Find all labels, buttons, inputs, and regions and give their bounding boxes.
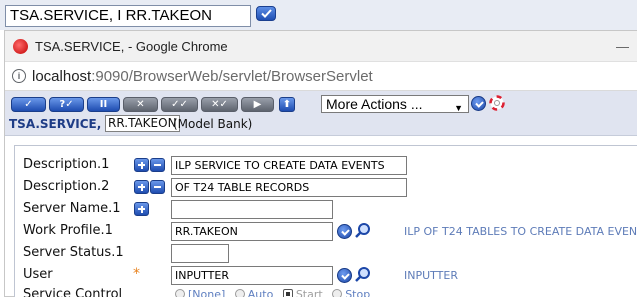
user-field[interactable]: INPUTTER [171, 266, 333, 285]
description-2-field[interactable]: OF T24 TABLE RECORDS [171, 178, 407, 197]
dropdown-icon[interactable] [337, 224, 352, 239]
work-profile-1-field[interactable]: RR.TAKEON [171, 222, 333, 241]
hold-button[interactable]: II [87, 97, 120, 112]
expand-plus-icon[interactable] [134, 158, 149, 172]
server-status-1-label: Server Status.1 [23, 245, 124, 260]
collapse-minus-icon[interactable] [150, 180, 165, 194]
dropdown-icon[interactable] [337, 268, 352, 283]
radio-auto[interactable]: Auto [234, 288, 273, 297]
server-name-1-label: Server Name.1 [23, 201, 121, 216]
description-2-label: Description.2 [23, 179, 110, 194]
lifebuoy-help-icon[interactable] [489, 95, 505, 111]
commit-button[interactable]: ✓ [11, 97, 46, 112]
more-actions-select[interactable]: More Actions ... ▼ [321, 95, 469, 113]
user-label: User [23, 267, 53, 282]
reverse-button[interactable]: ✕✓ [201, 97, 238, 112]
checkmark-icon [261, 9, 272, 18]
radio-none[interactable]: [None] [175, 288, 225, 297]
authorise-button[interactable]: ✓✓ [161, 97, 198, 112]
command-input[interactable]: TSA.SERVICE, I RR.TAKEON [5, 5, 251, 27]
radio-icon [332, 289, 343, 297]
minimize-button[interactable]: — [616, 39, 629, 54]
work-profile-enrichment: ILP OF T24 TABLES TO CREATE DATA EVENTS [404, 225, 637, 238]
server-name-1-field[interactable] [171, 200, 333, 219]
breadcrumb-record-id: RR.TAKEON [105, 115, 180, 132]
search-icon[interactable] [354, 266, 372, 282]
expand-plus-icon[interactable] [134, 180, 149, 194]
server-status-1-field[interactable] [171, 244, 229, 263]
description-1-label: Description.1 [23, 157, 110, 172]
breadcrumb-company: (Model Bank) [173, 117, 253, 131]
upload-icon[interactable]: ⬆ [279, 97, 295, 112]
breadcrumb-app: TSA.SERVICE, [9, 117, 102, 131]
record-form: Description.1 ILP SERVICE TO CREATE DATA… [14, 145, 637, 297]
command-go-button[interactable] [256, 6, 276, 21]
required-marker: * [133, 266, 140, 282]
url-text[interactable]: localhost:9090/BrowserWeb/servlet/Browse… [32, 68, 373, 85]
browser-window: TSA.SERVICE, - Google Chrome — i localho… [4, 30, 637, 297]
service-control-radio-group: [None] Auto Start Stop [175, 288, 376, 297]
window-title: TSA.SERVICE, - Google Chrome [35, 39, 228, 54]
command-bar: TSA.SERVICE, I RR.TAKEON [0, 0, 637, 30]
url-host: localhost [32, 68, 92, 85]
validate-button[interactable]: ?✓ [49, 97, 84, 112]
radio-icon [175, 289, 185, 297]
expand-plus-icon[interactable] [134, 202, 149, 216]
radio-start[interactable]: Start [282, 288, 323, 297]
chevron-down-icon: ▼ [454, 103, 463, 113]
window-titlebar: TSA.SERVICE, - Google Chrome — [5, 31, 637, 62]
search-icon[interactable] [354, 222, 372, 238]
copy-button[interactable]: ▶ [241, 97, 274, 112]
app-toolbar: ✓ ?✓ II ✕ ✓✓ ✕✓ ▶ ⬆ More Actions ... ▼ T… [5, 91, 637, 136]
delete-button[interactable]: ✕ [123, 97, 158, 112]
work-profile-1-label: Work Profile.1 [23, 223, 113, 238]
collapse-minus-icon[interactable] [150, 158, 165, 172]
url-path: :9090/BrowserWeb/servlet/BrowserServlet [91, 68, 373, 85]
go-action-icon[interactable] [471, 96, 486, 111]
address-bar[interactable]: i localhost:9090/BrowserWeb/servlet/Brow… [5, 62, 637, 91]
radio-icon [234, 289, 245, 297]
info-icon[interactable]: i [12, 69, 26, 83]
service-control-label: Service Control [23, 287, 123, 297]
description-1-field[interactable]: ILP SERVICE TO CREATE DATA EVENTS [171, 156, 407, 175]
more-actions-label: More Actions ... [326, 96, 423, 112]
user-enrichment: INPUTTER [404, 269, 458, 282]
radio-stop[interactable]: Stop [332, 288, 370, 297]
radio-selected-icon [282, 289, 293, 297]
temenos-logo-icon [13, 39, 28, 54]
